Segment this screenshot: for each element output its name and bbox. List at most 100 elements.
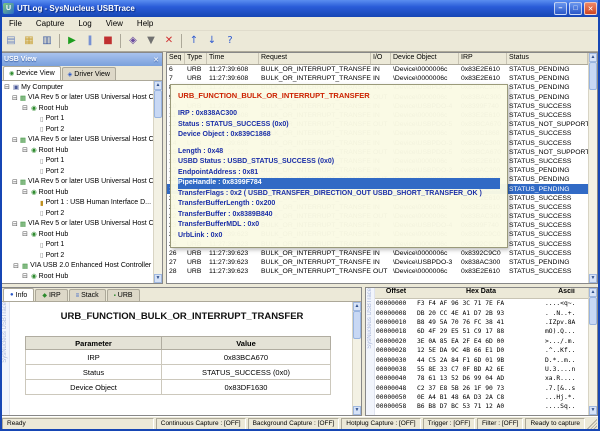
- column-header-i-o[interactable]: I/O: [371, 53, 391, 64]
- tree-item[interactable]: ▯Port 1: [1, 156, 153, 167]
- new-log-button[interactable]: ▤: [2, 33, 20, 50]
- collapse-icon[interactable]: ⊟: [21, 104, 29, 112]
- collapse-icon[interactable]: ⊟: [3, 83, 11, 91]
- scroll-thumb[interactable]: [589, 62, 597, 90]
- minimize-button[interactable]: –: [554, 2, 567, 15]
- delete-button[interactable]: ✕: [160, 33, 178, 50]
- parameter-row[interactable]: Device Object0x83DF1630: [26, 380, 331, 395]
- tree-item[interactable]: ▯Port 2: [1, 250, 153, 261]
- tree-item[interactable]: ⊟▦VIA Rev 5 or later USB Universal Host …: [1, 93, 153, 104]
- close-button[interactable]: ✕: [584, 2, 597, 15]
- scroll-down-button[interactable]: ↓: [203, 33, 221, 50]
- parameter-row[interactable]: StatusSTATUS_SUCCESS (0x0): [26, 365, 331, 380]
- tree-item[interactable]: ⊟▦VIA Rev 5 or later USB Universal Host …: [1, 219, 153, 230]
- close-panel-icon[interactable]: ✕: [153, 56, 159, 64]
- usb-view-header[interactable]: USB View ✕: [1, 53, 162, 66]
- scroll-down-icon[interactable]: ▼: [589, 406, 597, 415]
- collapse-icon[interactable]: ⊟: [12, 136, 18, 144]
- menu-log[interactable]: Log: [71, 18, 98, 29]
- scroll-up-icon[interactable]: ▲: [353, 302, 361, 311]
- scroll-down-icon[interactable]: ▼: [154, 274, 162, 283]
- tree-item[interactable]: ⊟▦VIA Rev 5 or later USB Universal Host …: [1, 177, 153, 188]
- tree-item[interactable]: ⊟▣My Computer: [1, 82, 153, 93]
- tree-item[interactable]: ⊟◉Root Hub: [1, 271, 153, 282]
- menu-file[interactable]: File: [2, 18, 29, 29]
- tab-urb[interactable]: ▪ URB: [107, 289, 140, 301]
- menu-view[interactable]: View: [99, 18, 130, 29]
- parameter-row[interactable]: IRP0x83BCA670: [26, 350, 331, 365]
- detail-scrollbar[interactable]: ▲ ▼: [352, 302, 361, 415]
- capture-options-button[interactable]: ◈: [124, 33, 142, 50]
- scroll-track[interactable]: [589, 90, 597, 274]
- menu-help[interactable]: Help: [130, 18, 160, 29]
- column-header-irp[interactable]: IRP: [459, 53, 507, 64]
- scroll-up-button[interactable]: ↑: [185, 33, 203, 50]
- column-header-device-object[interactable]: Device Object: [391, 53, 459, 64]
- tree-scrollbar[interactable]: ▲ ▼: [153, 81, 162, 283]
- tree-item[interactable]: ⊟◉Root Hub: [1, 187, 153, 198]
- table-scrollbar[interactable]: ▲ ▼: [588, 53, 597, 283]
- tree-item[interactable]: ▯Port 1: [1, 282, 153, 284]
- scroll-up-icon[interactable]: ▲: [589, 53, 597, 62]
- menu-capture[interactable]: Capture: [29, 18, 71, 29]
- title-bar[interactable]: U UTLog - SysNucleus USBTrace – □ ✕: [0, 0, 600, 17]
- tab-stack[interactable]: ≡ Stack: [69, 289, 106, 301]
- tree-item[interactable]: ⊟▦VIA Rev 5 or later USB Universal Host …: [1, 135, 153, 146]
- scroll-thumb[interactable]: [154, 90, 162, 118]
- table-row[interactable]: 6URB11:27:39:608BULK_OR_INTERRUPT_TRANSF…: [167, 65, 588, 74]
- tab-device-view[interactable]: ◉ Device View: [3, 66, 61, 80]
- filter-button[interactable]: ▼: [142, 33, 160, 50]
- collapse-icon[interactable]: ⊟: [21, 272, 29, 280]
- scroll-track[interactable]: [154, 118, 162, 274]
- help-button[interactable]: ?: [221, 33, 239, 50]
- param-column-header: Parameter: [26, 337, 162, 350]
- collapse-icon[interactable]: ⊟: [12, 94, 18, 102]
- collapse-icon[interactable]: ⊟: [21, 230, 29, 238]
- collapse-icon[interactable]: ⊟: [12, 178, 18, 186]
- collapse-icon[interactable]: ⊟: [12, 220, 18, 228]
- table-row[interactable]: 7URB11:27:39:608BULK_OR_INTERRUPT_TRANSF…: [167, 74, 588, 83]
- scroll-track[interactable]: [353, 339, 361, 406]
- scroll-up-icon[interactable]: ▲: [154, 81, 162, 90]
- start-capture-button[interactable]: ▶: [63, 33, 81, 50]
- scroll-down-icon[interactable]: ▼: [589, 274, 597, 283]
- scroll-thumb[interactable]: [353, 311, 361, 339]
- collapse-icon[interactable]: ⊟: [21, 188, 29, 196]
- tree-item[interactable]: ▮Port 1 : USB Human Interface D...: [1, 198, 153, 209]
- column-header-time[interactable]: Time: [207, 53, 259, 64]
- stop-capture-button[interactable]: ■: [99, 33, 117, 50]
- scroll-up-icon[interactable]: ▲: [589, 288, 597, 297]
- tree-item[interactable]: ▯Port 1: [1, 240, 153, 251]
- scroll-track[interactable]: [589, 325, 597, 406]
- collapse-icon[interactable]: ⊟: [21, 146, 29, 154]
- table-cell: STATUS_PENDING: [507, 84, 588, 91]
- table-row[interactable]: 28URB11:27:39:623BULK_OR_INTERRUPT_TRANS…: [167, 267, 588, 276]
- maximize-button[interactable]: □: [569, 2, 582, 15]
- open-log-button[interactable]: ▦: [20, 33, 38, 50]
- tab-info[interactable]: ● Info: [3, 288, 34, 301]
- tree-item[interactable]: ▯Port 2: [1, 124, 153, 135]
- column-header-status[interactable]: Status: [507, 53, 588, 64]
- table-row[interactable]: 27URB11:27:39:623BULK_OR_INTERRUPT_TRANS…: [167, 258, 588, 267]
- tree-item[interactable]: ⊟◉Root Hub: [1, 145, 153, 156]
- resize-grip[interactable]: [587, 419, 597, 429]
- pause-capture-button[interactable]: ‖: [81, 33, 99, 50]
- column-header-request[interactable]: Request: [259, 53, 371, 64]
- tree-item[interactable]: ⊟◉Root Hub: [1, 229, 153, 240]
- scroll-thumb[interactable]: [589, 297, 597, 325]
- scroll-down-icon[interactable]: ▼: [353, 406, 361, 415]
- tab-driver-view[interactable]: ◈ Driver View: [62, 67, 116, 80]
- tree-item[interactable]: ▯Port 2: [1, 166, 153, 177]
- column-header-seq[interactable]: Seq: [167, 53, 185, 64]
- hex-scrollbar[interactable]: ▲ ▼: [588, 288, 597, 415]
- tree-item[interactable]: ▯Port 2: [1, 208, 153, 219]
- tree-item[interactable]: ⊟▦VIA USB 2.0 Enhanced Host Controller: [1, 261, 153, 272]
- tab-irp[interactable]: ◆ IRP: [35, 289, 67, 301]
- tree-item[interactable]: ▯Port 1: [1, 114, 153, 125]
- stack-icon: ≡: [76, 293, 80, 299]
- collapse-icon[interactable]: ⊟: [12, 262, 20, 270]
- table-row[interactable]: 26URB11:27:39:623BULK_OR_INTERRUPT_TRANS…: [167, 249, 588, 258]
- save-log-button[interactable]: ▥: [38, 33, 56, 50]
- column-header-type[interactable]: Type: [185, 53, 207, 64]
- tree-item[interactable]: ⊟◉Root Hub: [1, 103, 153, 114]
